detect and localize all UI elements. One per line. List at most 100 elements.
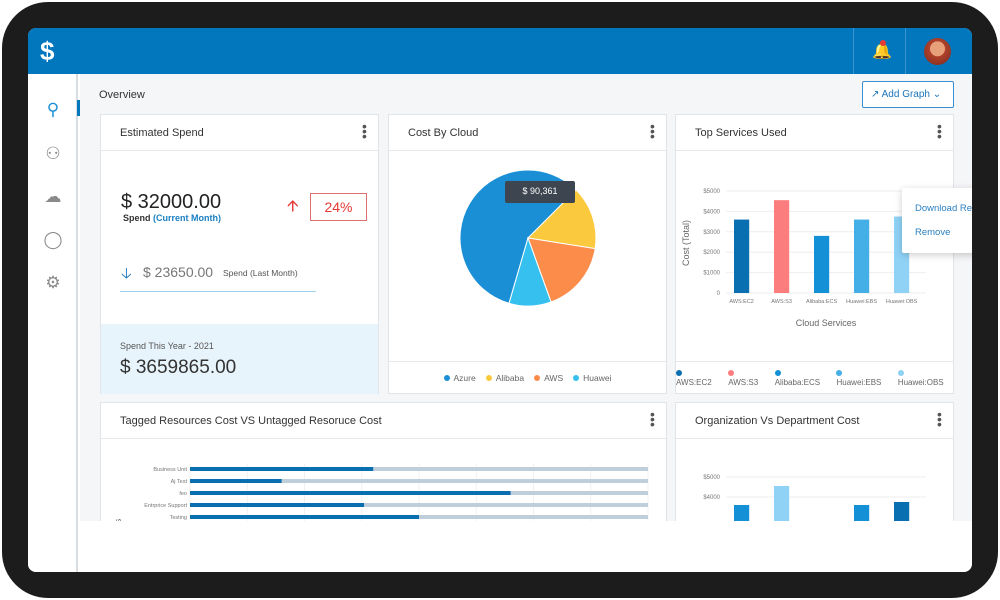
y-tick-label: 0 bbox=[717, 291, 721, 297]
users-icon[interactable]: ⚇ bbox=[42, 144, 64, 166]
bar-AWS:EC2 bbox=[734, 219, 750, 293]
x-tick-label: AWS:S3 bbox=[771, 299, 792, 305]
bar-4 bbox=[894, 502, 910, 521]
cost-by-cloud-card: Cost By Cloud • • • $ 90,361 Azure Alibaba AW… bbox=[388, 114, 667, 394]
top-header: $ 🔔 bbox=[28, 28, 972, 74]
bar-AWS:S3 bbox=[774, 200, 790, 293]
remove-item[interactable]: Remove bbox=[915, 227, 950, 238]
more-icon[interactable]: • • • bbox=[937, 407, 942, 431]
last-spend-label: Spend (Last Month) bbox=[223, 268, 298, 278]
legend-item[interactable]: Alibaba bbox=[485, 372, 525, 383]
bar-legend: AWS:EC2 AWS:S3 Alibaba:ECS Huawei:EBS Huawei… bbox=[676, 361, 953, 393]
legend-dot bbox=[897, 369, 904, 376]
year-spend-panel: Spend This Year - 2021 $ 3659865.00 bbox=[101, 324, 378, 394]
lightbulb-icon[interactable]: ⚲ bbox=[42, 100, 64, 122]
gear-icon[interactable]: ⚙ bbox=[42, 273, 64, 295]
y-tick-label: $1000 bbox=[703, 271, 720, 277]
legend-item[interactable]: AWS bbox=[534, 373, 563, 383]
divider bbox=[905, 28, 906, 74]
logo[interactable]: $ bbox=[40, 36, 54, 67]
bar-Alibaba:ECS bbox=[814, 235, 830, 293]
chart-icon: ↗ bbox=[871, 89, 880, 100]
more-icon[interactable]: • • • bbox=[650, 119, 655, 143]
legend-label: Huawei:OBS bbox=[897, 377, 944, 387]
legend-item[interactable]: Azure bbox=[443, 372, 476, 383]
current-spend-label: Spend (Current Month) bbox=[123, 213, 221, 223]
card-title: Top Services Used bbox=[695, 127, 787, 139]
pie-legend: Azure Alibaba AWS Huawei bbox=[389, 361, 666, 393]
legend-dot bbox=[728, 369, 735, 376]
legend-label: AWS:EC2 bbox=[676, 377, 712, 387]
y-tick-label: $5000 bbox=[703, 189, 720, 195]
legend-item[interactable]: Alibaba:ECS bbox=[774, 369, 830, 387]
page-title: Overview bbox=[99, 89, 145, 101]
x-tick-label: Alibaba:ECS bbox=[806, 299, 838, 305]
notification-badge bbox=[880, 40, 886, 46]
label: Spend bbox=[123, 213, 151, 223]
legend-item[interactable]: AWS:S3 bbox=[728, 369, 768, 387]
card-title: Organization Vs Department Cost bbox=[695, 415, 860, 427]
avatar[interactable] bbox=[924, 38, 951, 65]
legend-label: Alibaba:ECS bbox=[774, 377, 821, 387]
org-dept-card: Organization Vs Department Cost • • • $4000… bbox=[675, 402, 954, 521]
download-report-item[interactable]: Download Report bbox=[915, 203, 972, 214]
bar-Business Unit bbox=[190, 467, 374, 471]
y-tick-label: $2000 bbox=[703, 250, 720, 256]
last-spend: $ 23650.00 bbox=[143, 264, 214, 280]
add-graph-label: Add Graph bbox=[881, 89, 930, 100]
y-tick-label: $5000 bbox=[703, 475, 720, 481]
legend-label: Alibaba bbox=[495, 372, 525, 383]
more-icon[interactable]: • • • bbox=[937, 119, 942, 143]
legend-item[interactable]: AWS:EC2 bbox=[676, 369, 721, 387]
legend-item[interactable]: Huawei:OBS bbox=[897, 369, 953, 387]
card-menu: Download Report Remove bbox=[902, 188, 972, 253]
legend-item[interactable]: Huawei bbox=[573, 373, 611, 383]
legend-label: AWS:S3 bbox=[728, 377, 759, 387]
bar-Testing bbox=[190, 515, 419, 519]
legend-dot bbox=[443, 374, 450, 381]
more-icon[interactable]: • • • bbox=[650, 407, 655, 431]
divider bbox=[120, 291, 316, 292]
screen: $ 🔔 ⚲ ⚇ ☁ ◯ ⚙ Overview ↗ Add Graph ⌄ Est… bbox=[28, 28, 972, 572]
bar-Huawei:EBS bbox=[854, 219, 870, 293]
org-bar-chart: $4000 $5000 bbox=[703, 475, 926, 521]
y-tick-label: Testing bbox=[170, 515, 187, 521]
y-axis-label: vices bbox=[113, 518, 123, 521]
legend-dot bbox=[774, 369, 781, 376]
divider bbox=[853, 28, 854, 74]
cost-settings-icon[interactable]: ◯ bbox=[42, 230, 64, 252]
bar-chart: 0 $1000 $2000 $3000 $4000 $5000 AWS:EC2 AWS:S3 A… bbox=[681, 189, 926, 328]
sidebar: ⚲ ⚇ ☁ ◯ ⚙ bbox=[28, 74, 80, 572]
year-value: $ 3659865.00 bbox=[120, 357, 237, 378]
bar-feo bbox=[190, 491, 511, 495]
y-tick-label: feo bbox=[179, 491, 187, 497]
legend-label: Azure bbox=[453, 372, 476, 383]
legend-dot bbox=[676, 369, 682, 376]
y-tick-label: $3000 bbox=[703, 230, 720, 236]
arrow-down-icon: 🡣 bbox=[121, 265, 132, 282]
year-label: Spend This Year - 2021 bbox=[120, 341, 214, 351]
arrow-up-icon: 🡩 bbox=[287, 198, 299, 215]
add-graph-button[interactable]: ↗ Add Graph ⌄ bbox=[862, 81, 954, 108]
card-title: Tagged Resources Cost VS Untagged Resoru… bbox=[120, 415, 382, 427]
more-icon[interactable]: • • • bbox=[362, 119, 367, 143]
x-axis-label: Cloud Services bbox=[796, 318, 857, 328]
card-title: Cost By Cloud bbox=[408, 127, 479, 139]
bar-1 bbox=[774, 486, 790, 521]
x-tick-label: AWS:EC2 bbox=[729, 299, 754, 305]
legend-dot bbox=[534, 374, 541, 381]
legend-item[interactable]: Huawei:EBS bbox=[836, 369, 890, 387]
current-spend: $ 32000.00 bbox=[121, 191, 222, 213]
top-services-card: Top Services Used • • • 0 $1000 $2000 $3000 $40… bbox=[675, 114, 954, 394]
legend-dot bbox=[485, 374, 492, 381]
x-tick-label: Huawei:EBS bbox=[846, 299, 877, 305]
bar-Entrprice Support bbox=[190, 503, 365, 507]
cloud-user-icon[interactable]: ☁ bbox=[42, 187, 64, 209]
period: (Current Month) bbox=[153, 213, 222, 223]
estimated-spend-card: Estimated Spend • • • $ 32000.00 Spend (Cur… bbox=[100, 114, 379, 394]
y-axis-label: Cost (Total) bbox=[681, 220, 691, 266]
legend-dot bbox=[836, 369, 843, 376]
bar-Aj Test bbox=[190, 479, 282, 483]
x-tick-label: Huawei:OBS bbox=[886, 299, 918, 305]
legend-dot bbox=[573, 374, 580, 381]
